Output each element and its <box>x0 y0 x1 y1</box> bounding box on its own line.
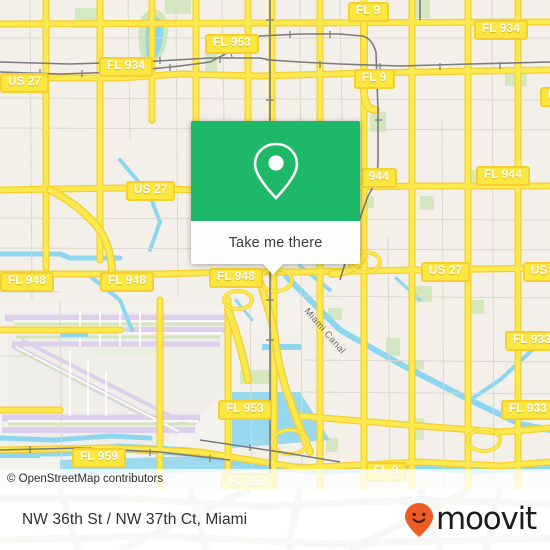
moovit-logo: moovit <box>404 501 537 538</box>
location-pin-icon <box>253 142 298 200</box>
moovit-map-screen: FL 9 FL 934 FL 953 FL 934 FL 9 US 27 U US 27 FL … <box>0 0 550 550</box>
road-shield: US 27 <box>421 262 471 282</box>
road-shield: FL 953 <box>205 34 260 54</box>
road-shield: FL 944 <box>476 166 531 186</box>
location-title: NW 36th St / NW 37th Ct, Miami <box>22 510 248 528</box>
road-shield: FL 953 <box>218 400 273 420</box>
road-shield: FL 959 <box>72 448 127 468</box>
road-shield: US 27 <box>126 181 176 201</box>
moovit-smiley-pin-icon <box>404 502 433 537</box>
road-shield: FL 9 <box>348 2 389 22</box>
road-shield: FL 933 <box>501 400 550 420</box>
moovit-wordmark: moovit <box>435 501 537 537</box>
road-shield: US 27 <box>0 73 50 93</box>
road-shield: FL 934 <box>99 57 154 77</box>
road-shield: FL 948 <box>0 272 55 292</box>
road-shield: FL 948 <box>209 268 264 288</box>
road-shield: FL 9 <box>354 69 395 89</box>
map-attribution-bar: © OpenStreetMap contributors <box>0 469 550 489</box>
take-me-there-button[interactable]: Take me there <box>191 221 360 264</box>
popup-image <box>191 121 360 221</box>
road-shield: US 2 <box>523 262 550 282</box>
road-shield: FL 934 <box>474 20 529 40</box>
footer-bar: NW 36th St / NW 37th Ct, Miami moovit <box>0 489 550 550</box>
map-canvas[interactable]: FL 9 FL 934 FL 953 FL 934 FL 9 US 27 U US 27 FL … <box>0 0 550 489</box>
popup-pointer <box>263 264 283 275</box>
road-shield: U <box>540 87 550 107</box>
road-shield: 944 <box>361 168 398 188</box>
osm-attribution-text: © OpenStreetMap contributors <box>7 473 164 485</box>
road-shield: FL 933 <box>505 331 550 351</box>
road-shield: FL 948 <box>100 272 155 292</box>
take-me-there-label: Take me there <box>228 234 323 251</box>
place-popup-card[interactable]: Take me there <box>191 121 360 275</box>
